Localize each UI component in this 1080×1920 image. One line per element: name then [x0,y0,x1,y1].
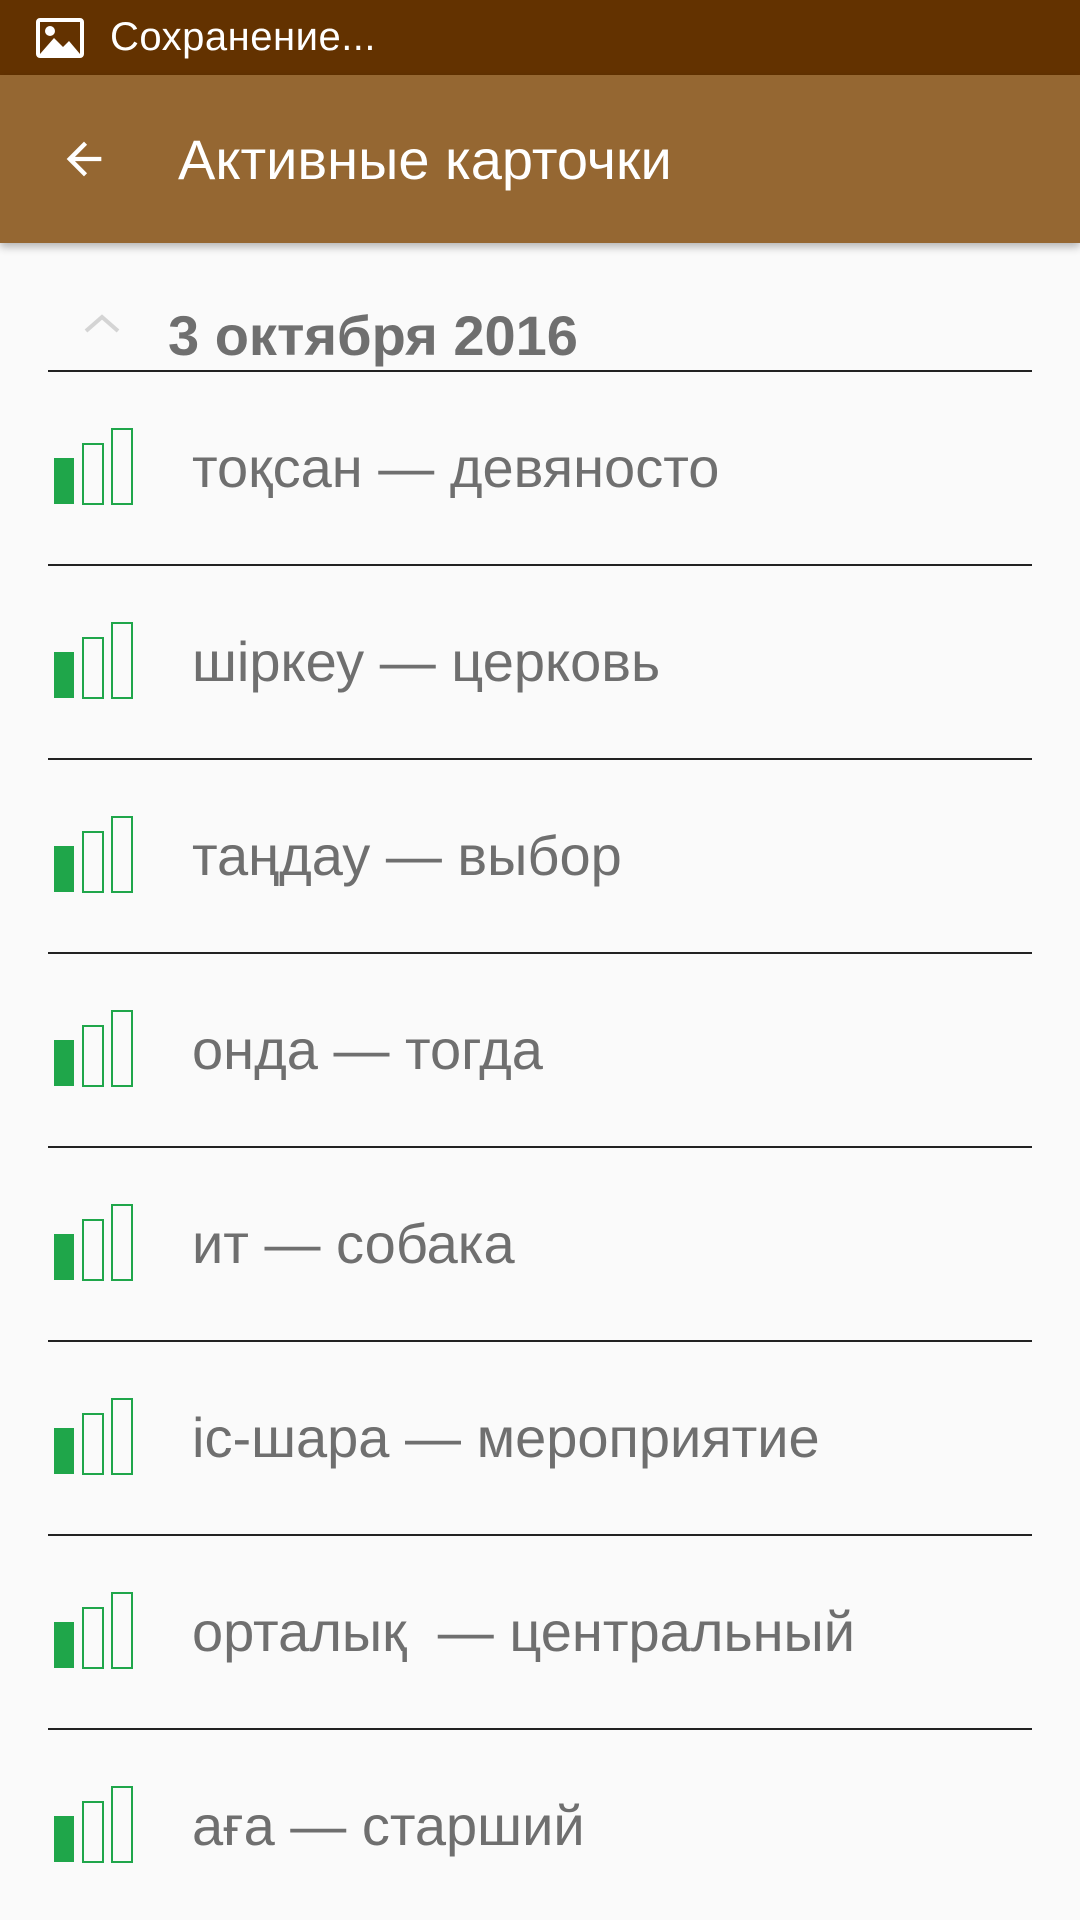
chevron-up-icon[interactable] [82,311,122,335]
image-icon [36,17,84,58]
card-row[interactable]: тоқсан — девяносто [48,372,1032,566]
card-text: таңдау — выбор [192,824,622,887]
card-level-icon [54,1786,133,1863]
arrow-back-icon [66,141,102,177]
status-bar: Сохранение... [0,0,1080,75]
section-header[interactable]: 3 октября 2016 [48,243,1032,372]
card-row[interactable]: іс-шара — мероприятие [48,1342,1032,1536]
card-text: онда — тогда [192,1018,543,1081]
status-text: Сохранение... [110,15,377,59]
card-row[interactable]: таңдау — выбор [48,760,1032,954]
card-text: шіркеу — церковь [192,630,661,693]
card-text: орталық — центральный [192,1600,856,1663]
card-row[interactable]: орталық — центральный [48,1536,1032,1730]
card-level-icon [54,1592,133,1669]
card-row[interactable]: аға — старший [48,1730,1032,1920]
page-title: Активные карточки [178,127,672,191]
card-level-icon [54,1010,133,1087]
card-row[interactable]: онда — тогда [48,954,1032,1148]
card-list-container: 3 октября 2016 тоқсан — девяносто шіркеу… [0,243,1080,1920]
card-level-icon [54,622,133,699]
section-date: 3 октября 2016 [168,304,578,367]
card-row[interactable]: шіркеу — церковь [48,566,1032,760]
card-text: тоқсан — девяносто [192,436,720,499]
card-list: тоқсан — девяносто шіркеу — церковь таңд… [48,372,1032,1920]
back-button[interactable] [56,131,112,187]
card-text: аға — старший [192,1794,585,1857]
card-level-icon [54,1204,133,1281]
card-level-icon [54,816,133,893]
card-text: іс-шара — мероприятие [192,1406,820,1469]
card-row[interactable]: ит — собака [48,1148,1032,1342]
card-text: ит — собака [192,1212,515,1275]
app-bar: Активные карточки [0,75,1080,243]
card-level-icon [54,1398,133,1475]
card-level-icon [54,428,133,505]
